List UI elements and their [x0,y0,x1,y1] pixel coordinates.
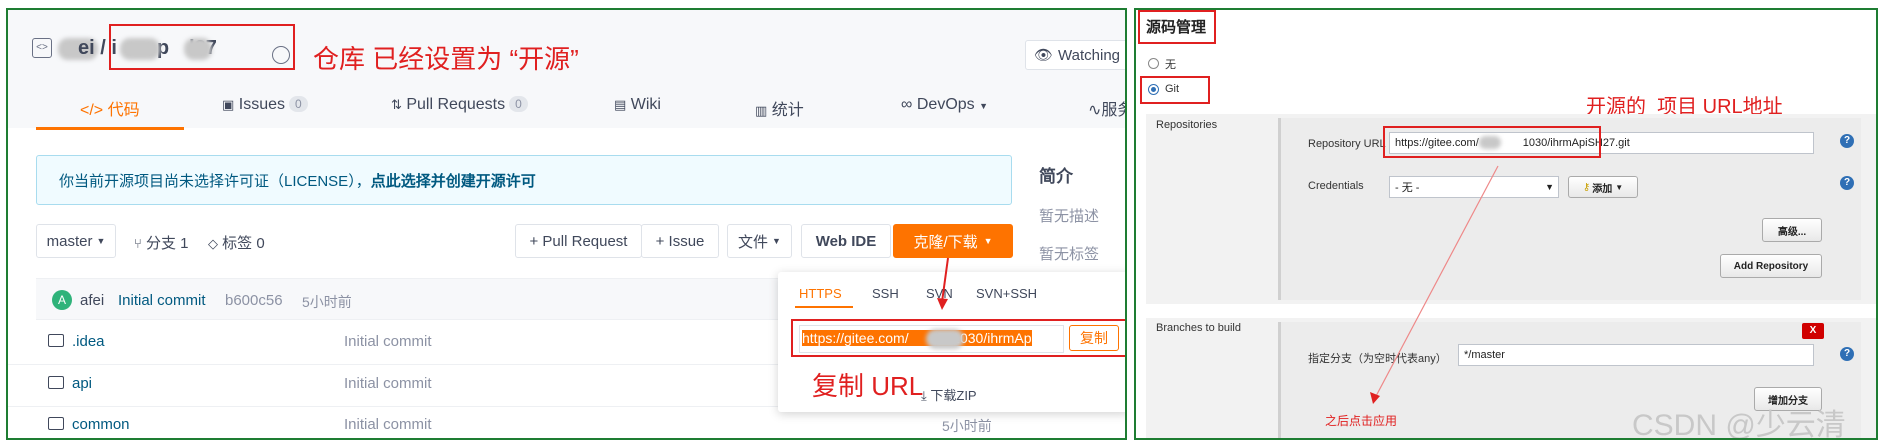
annotation-arrow-apply [1370,165,1499,404]
